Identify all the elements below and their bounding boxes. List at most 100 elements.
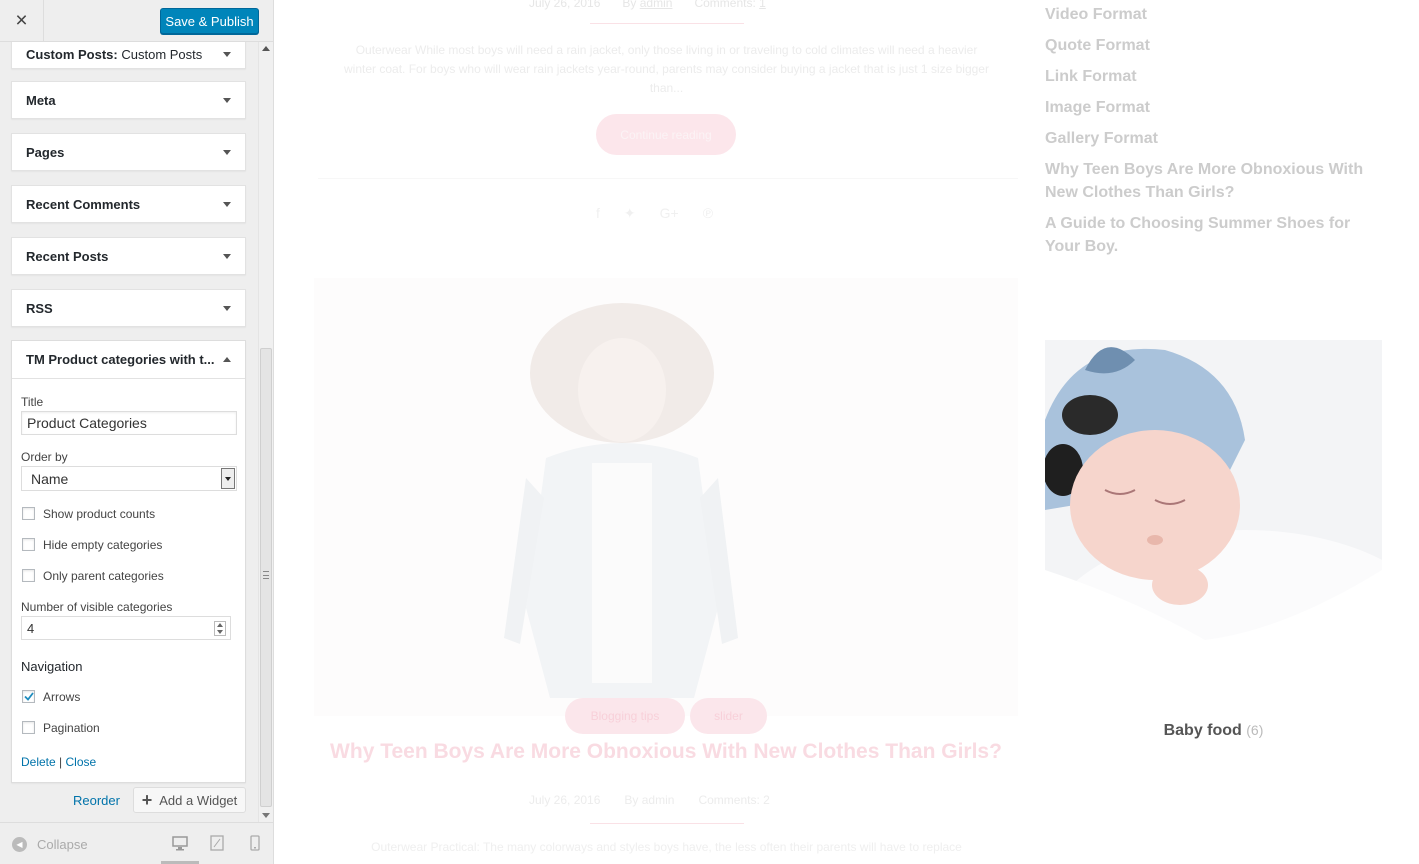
checkbox[interactable] (22, 569, 35, 582)
widget-title: Recent Posts (26, 248, 109, 264)
continue-reading-button[interactable]: Continue reading (596, 114, 736, 155)
checkbox-label: Show product counts (43, 506, 156, 521)
checkbox-show-counts[interactable]: Show product counts (21, 498, 236, 529)
widget-list: Custom Posts: Custom Posts Meta Pages Re… (0, 42, 273, 822)
post-date[interactable]: July 26, 2016 (529, 0, 600, 10)
checkbox[interactable] (22, 538, 35, 551)
checkbox-hide-empty[interactable]: Hide empty categories (21, 529, 236, 560)
grip-icon (263, 571, 269, 579)
post-meta: July 26, 2016 By admin Comments: 2 (529, 793, 829, 807)
post-comments: Comments: 2 (698, 793, 770, 807)
chevron-down-icon[interactable] (223, 253, 231, 259)
twitter-icon[interactable]: ✦ (624, 205, 636, 222)
checkbox-label: Pagination (43, 720, 100, 735)
widget-custom-posts[interactable]: Custom Posts: Custom Posts (11, 42, 246, 69)
pinterest-icon[interactable]: ℗ (703, 205, 713, 222)
recent-post-link[interactable]: Gallery Format (1045, 127, 1385, 150)
save-publish-button[interactable]: Save & Publish (160, 8, 259, 34)
collapse-label: Collapse (37, 837, 88, 852)
checkbox-checked[interactable] (22, 690, 35, 703)
checkbox-arrows[interactable]: Arrows (21, 681, 236, 712)
close-icon[interactable]: × (0, 0, 44, 42)
widget-recent-posts[interactable]: Recent Posts (11, 237, 246, 275)
scroll-up-icon[interactable] (262, 46, 270, 51)
desktop-icon[interactable] (172, 835, 188, 851)
chevron-up-icon[interactable] (223, 357, 231, 362)
widget-actions: Delete | Close (21, 755, 236, 769)
separator: | (59, 755, 63, 769)
recent-posts-list: Video Format Quote Format Link Format Im… (1045, 3, 1385, 266)
customizer-header: × Save & Publish (0, 0, 273, 42)
recent-post-link[interactable]: Why Teen Boys Are More Obnoxious With Ne… (1045, 158, 1385, 204)
order-by-select[interactable]: Name (21, 466, 237, 491)
meta-divider (590, 823, 744, 824)
post-excerpt: Outerwear While most boys will need a ra… (344, 43, 989, 95)
widget-title: RSS (26, 300, 53, 316)
post-author: By admin (622, 0, 673, 10)
category-image[interactable] (1045, 340, 1382, 678)
recent-post-link[interactable]: Video Format (1045, 3, 1385, 26)
post-title[interactable]: Why Teen Boys Are More Obnoxious With Ne… (318, 740, 1014, 764)
checkbox[interactable] (22, 507, 35, 520)
chevron-down-icon[interactable] (223, 305, 231, 311)
title-label: Title (21, 395, 44, 409)
mobile-icon[interactable] (247, 835, 263, 851)
recent-post-link[interactable]: Link Format (1045, 65, 1385, 88)
scrollbar[interactable] (258, 42, 273, 822)
post-comments: Comments: 1 (694, 0, 766, 10)
chevron-down-icon[interactable] (223, 149, 231, 155)
chevron-down-icon[interactable] (223, 97, 231, 103)
post-author: By admin (624, 793, 675, 807)
tablet-icon[interactable] (209, 835, 225, 851)
delete-link[interactable]: Delete (21, 755, 56, 769)
category-label[interactable]: Baby food (6) (1045, 722, 1382, 740)
close-link[interactable]: Close (66, 755, 97, 769)
post-tags: Blogging tips slider (565, 698, 767, 734)
chevron-down-icon[interactable] (223, 52, 231, 57)
tag-link[interactable]: Blogging tips (565, 698, 685, 734)
widget-meta[interactable]: Meta (11, 81, 246, 119)
post-divider (318, 178, 1018, 179)
checkbox[interactable] (22, 721, 35, 734)
widget-form: Title Product Categories Order by Name S… (12, 395, 245, 769)
scrollbar-thumb[interactable] (260, 348, 272, 807)
recent-post-link[interactable]: A Guide to Choosing Summer Shoes for You… (1045, 212, 1385, 258)
recent-post-link[interactable]: Image Format (1045, 96, 1385, 119)
checkbox-pagination[interactable]: Pagination (21, 712, 236, 743)
widget-title: Recent Comments (26, 196, 141, 212)
reorder-link[interactable]: Reorder (73, 793, 120, 808)
collapse-button[interactable]: ◀ Collapse (12, 837, 88, 852)
scroll-down-icon[interactable] (262, 813, 270, 818)
widget-pages[interactable]: Pages (11, 133, 246, 171)
title-input[interactable]: Product Categories (21, 411, 237, 435)
post-date[interactable]: July 26, 2016 (529, 793, 600, 807)
add-widget-label: Add a Widget (159, 792, 238, 808)
widget-header[interactable]: TM Product categories with t... (12, 341, 245, 379)
widget-title: Custom Posts: Custom Posts (26, 47, 203, 62)
chevron-down-icon[interactable] (223, 201, 231, 207)
page: × Save & Publish Custom Posts: Custom Po… (0, 0, 1419, 864)
widget-title: Meta (26, 92, 56, 108)
tag-link[interactable]: slider (690, 698, 767, 734)
widget-rss[interactable]: RSS (11, 289, 246, 327)
widget-recent-comments[interactable]: Recent Comments (11, 185, 246, 223)
meta-divider (590, 23, 744, 24)
spinner-down-icon[interactable] (215, 629, 225, 636)
customizer-pane: × Save & Publish Custom Posts: Custom Po… (0, 0, 274, 864)
social-share: f ✦ G+ ℗ (596, 205, 713, 222)
widget-title: TM Product categories with t... (26, 352, 215, 367)
google-plus-icon[interactable]: G+ (660, 205, 679, 222)
visible-categories-input[interactable]: 4 (21, 616, 231, 640)
facebook-icon[interactable]: f (596, 205, 600, 222)
checkbox-label: Arrows (43, 689, 81, 704)
dropdown-arrow-icon[interactable] (221, 468, 235, 489)
number-spinner[interactable] (214, 621, 226, 636)
plus-icon: + (141, 789, 153, 810)
widget-title: Pages (26, 144, 65, 160)
post-meta: July 26, 2016 By admin Comments: 1 (529, 0, 799, 10)
recent-post-link[interactable]: Quote Format (1045, 34, 1385, 57)
add-widget-button[interactable]: + Add a Widget (133, 787, 246, 813)
post-featured-image[interactable] (314, 278, 1018, 716)
navigation-heading: Navigation (21, 659, 83, 674)
checkbox-only-parent[interactable]: Only parent categories (21, 560, 236, 591)
